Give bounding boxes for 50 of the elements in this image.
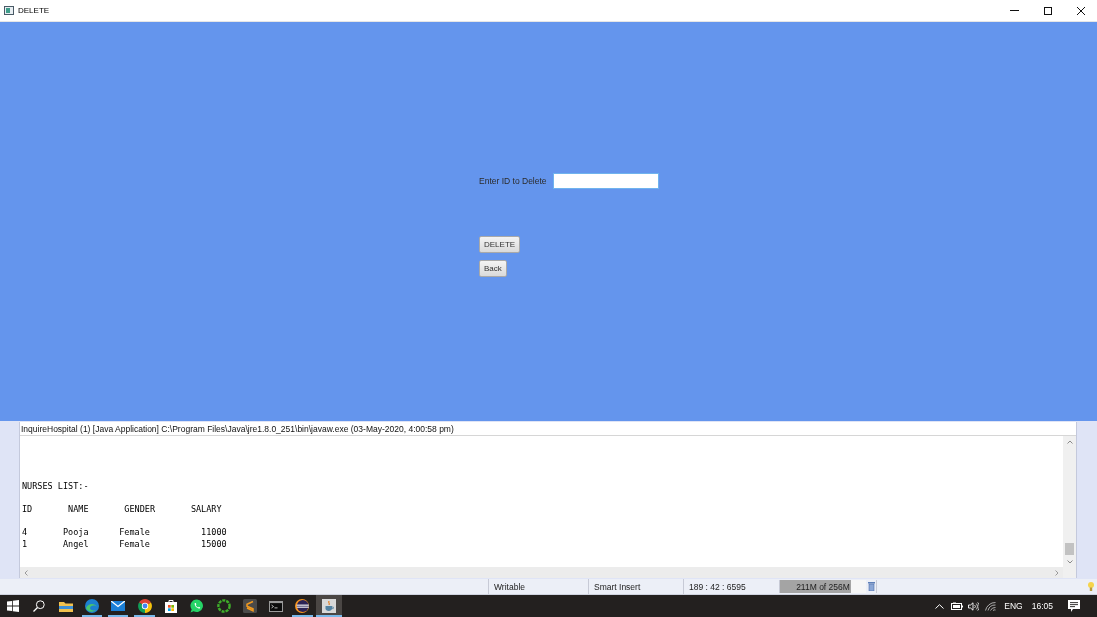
- vertical-scrollbar[interactable]: [1063, 436, 1076, 567]
- lightbulb-icon: [1088, 582, 1094, 591]
- console-line: 1 Angel Female 15000: [22, 538, 227, 550]
- field-label: Enter ID to Delete: [479, 176, 547, 186]
- striped-sphere-icon: [295, 599, 310, 613]
- search-icon: [33, 600, 46, 612]
- stripe-tile-icon: [242, 599, 257, 613]
- speaker-icon: [968, 601, 980, 611]
- console-line: 4 Pooja Female 11000: [22, 527, 227, 539]
- four-panes-icon: [7, 600, 20, 612]
- window-title: DELETE: [18, 6, 50, 15]
- maximize-icon: [1043, 6, 1052, 15]
- trash-icon: [867, 582, 875, 591]
- memory-gauge[interactable]: 211M of 256M: [779, 580, 866, 593]
- chevron-down-icon: [1066, 559, 1073, 564]
- memory-text: 211M of 256M: [796, 581, 850, 592]
- horizontal-scrollbar[interactable]: [20, 567, 1076, 578]
- clock-text[interactable]: 16:05: [1031, 601, 1053, 611]
- id-input-field[interactable]: [552, 173, 659, 189]
- console-line: ID NAME GENDER SALARY: [22, 504, 222, 516]
- wifi-icon: [985, 601, 997, 611]
- terminal-icon: [269, 600, 284, 612]
- garbage-collect-button[interactable]: [866, 580, 877, 593]
- shopping-bag-icon: [164, 599, 177, 613]
- message-icon: [1068, 600, 1080, 612]
- folder-icon: [58, 600, 73, 612]
- close-icon: [1076, 6, 1085, 15]
- console-header: InquireHospital (1) [Java Application] C:\Program Files\Java\jre1.8.0_251\bin\javaw.exe (03-May-2020, 4:00:58 pm): [20, 422, 1076, 436]
- taskbar-app-button[interactable]: [315, 595, 342, 617]
- write-mode-text: Writable: [488, 579, 588, 594]
- cup-tile-icon: [321, 599, 336, 613]
- swirl-icon: [85, 599, 100, 613]
- segmented-circle-icon: [137, 599, 152, 613]
- scrollbar-thumb[interactable]: [1065, 543, 1074, 555]
- cursor-position-text: 189 : 42 : 6595: [683, 579, 775, 594]
- minimize-icon: [1010, 10, 1019, 11]
- battery-icon: [950, 602, 963, 610]
- chevron-left-icon: [24, 569, 28, 576]
- window-icon: [4, 6, 14, 15]
- insert-mode-text: Smart Insert: [588, 579, 683, 594]
- language-indicator[interactable]: ENG: [1004, 601, 1023, 611]
- chevron-up-icon: [935, 603, 945, 609]
- chevron-right-icon: [1055, 569, 1059, 576]
- chevron-up-icon: [1066, 439, 1073, 444]
- chat-bubble-icon: [190, 599, 205, 613]
- console-line: NURSES LIST:-: [22, 481, 89, 493]
- envelope-icon: [111, 601, 126, 611]
- ring-icon: [216, 599, 231, 613]
- back-button[interactable]: Back: [479, 260, 507, 277]
- delete-button[interactable]: DELETE: [479, 236, 521, 253]
